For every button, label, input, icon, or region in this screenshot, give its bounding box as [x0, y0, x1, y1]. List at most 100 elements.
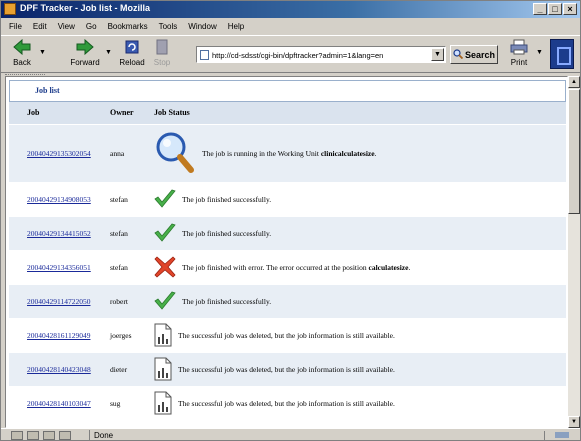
- stop-icon: [152, 38, 172, 56]
- scroll-up-icon[interactable]: ▲: [568, 76, 580, 88]
- job-owner: stefan: [104, 181, 148, 217]
- column-header-owner: Owner: [104, 102, 148, 125]
- checkmark-icon: [154, 291, 176, 311]
- title-bar: DPF Tracker - Job list - Mozilla _ □ ×: [1, 1, 580, 18]
- magnifier-icon: [154, 130, 196, 176]
- forward-label: Forward: [70, 58, 100, 67]
- page-heading-box: Job list: [9, 80, 566, 102]
- print-button[interactable]: Print: [506, 38, 532, 67]
- job-id-link[interactable]: 20040428161129049: [27, 331, 90, 340]
- job-status-text: The successful job was deleted, but the …: [178, 330, 395, 340]
- checkmark-icon: [154, 189, 176, 209]
- stop-label: Stop: [153, 58, 171, 67]
- reload-icon: [122, 38, 142, 56]
- job-id-link[interactable]: 20040429134415052: [27, 229, 91, 238]
- job-row: 20040429134415052 stefan The job finished …: [9, 215, 566, 251]
- reload-label: Reload: [119, 58, 145, 67]
- connection-icon: [544, 431, 574, 440]
- url-dropdown-icon[interactable]: ▼: [431, 48, 444, 61]
- job-owner: dieter: [104, 351, 148, 387]
- page-content: Job list Job Owner Job Status 2004042913…: [5, 76, 568, 428]
- job-status-text: The job finished with error. The error o…: [182, 262, 411, 272]
- search-icon: [453, 48, 464, 61]
- page-heading: Job list: [35, 86, 60, 95]
- job-status-text: The successful job was deleted, but the …: [178, 364, 395, 374]
- checkmark-icon: [154, 223, 176, 243]
- job-id-link[interactable]: 20040429114722050: [27, 297, 90, 306]
- url-input[interactable]: [212, 49, 424, 61]
- back-arrow-icon: [12, 38, 32, 56]
- job-status-text: The job finished successfully.: [182, 228, 272, 238]
- menu-help[interactable]: Help: [228, 22, 244, 31]
- error-x-icon: [154, 256, 176, 278]
- document-icon: [154, 357, 172, 381]
- window-title: DPF Tracker - Job list - Mozilla: [20, 3, 151, 13]
- job-id-link[interactable]: 20040429134356051: [27, 263, 91, 272]
- navigation-toolbar: Back ▼ Forward ▼ Reload Stop ▼: [1, 35, 580, 73]
- job-owner: sug: [104, 385, 148, 421]
- status-bar: Done: [1, 428, 580, 441]
- menu-edit[interactable]: Edit: [33, 22, 47, 31]
- job-table: Job Owner Job Status 20040429135302054 an…: [9, 102, 566, 421]
- vertical-scrollbar[interactable]: ▲ ▼: [568, 76, 580, 428]
- job-owner: robert: [104, 283, 148, 319]
- back-button[interactable]: Back: [9, 38, 35, 67]
- menu-view[interactable]: View: [58, 22, 75, 31]
- close-button[interactable]: ×: [563, 3, 577, 15]
- menu-tools[interactable]: Tools: [159, 22, 178, 31]
- document-icon: [154, 323, 172, 347]
- search-label: Search: [464, 49, 496, 60]
- print-label: Print: [510, 58, 528, 67]
- back-label: Back: [13, 58, 31, 67]
- forward-dropdown-icon[interactable]: ▼: [105, 49, 112, 56]
- job-row: 20040428161129049 joerges The successful j…: [9, 317, 566, 353]
- address-book-icon[interactable]: [59, 430, 71, 440]
- printer-icon: [509, 38, 529, 56]
- job-status-text: The successful job was deleted, but the …: [178, 398, 395, 408]
- column-header-status: Job Status: [148, 102, 566, 125]
- forward-arrow-icon: [75, 38, 95, 56]
- job-row: 20040429134908053 stefan The job finished …: [9, 181, 566, 217]
- document-icon: [154, 391, 172, 415]
- job-id-link[interactable]: 20040428140103047: [27, 399, 91, 408]
- browser-window: DPF Tracker - Job list - Mozilla _ □ × F…: [0, 0, 581, 441]
- mail-icon[interactable]: [27, 430, 39, 440]
- job-row: 20040429135302054 anna The job is running …: [9, 123, 566, 183]
- scroll-down-icon[interactable]: ▼: [568, 416, 580, 428]
- job-id-link[interactable]: 20040429134908053: [27, 195, 91, 204]
- job-row: 20040428140423048 dieter The successful jo…: [9, 351, 566, 387]
- url-bar[interactable]: ▼: [196, 46, 446, 63]
- job-row: 20040429114722050 robert The job finished …: [9, 283, 566, 319]
- reload-button[interactable]: Reload: [119, 38, 145, 67]
- minimize-button[interactable]: _: [533, 3, 547, 15]
- stop-button[interactable]: Stop: [151, 38, 173, 67]
- menu-window[interactable]: Window: [188, 22, 216, 31]
- job-row: 20040429134356051 stefan The job finished …: [9, 249, 566, 285]
- job-status-text: The job finished successfully.: [182, 194, 272, 204]
- job-status-text: The job finished successfully.: [182, 296, 272, 306]
- navigator-icon[interactable]: [11, 430, 23, 440]
- job-owner: stefan: [104, 249, 148, 285]
- search-button[interactable]: Search: [450, 45, 498, 64]
- composer-icon[interactable]: [43, 430, 55, 440]
- status-text: Done: [89, 429, 113, 441]
- print-dropdown-icon[interactable]: ▼: [536, 49, 543, 56]
- forward-button[interactable]: Forward: [67, 38, 103, 67]
- menu-bar: File Edit View Go Bookmarks Tools Window…: [1, 19, 580, 34]
- menu-go[interactable]: Go: [86, 22, 97, 31]
- job-owner: joerges: [104, 317, 148, 353]
- job-id-link[interactable]: 20040429135302054: [27, 149, 91, 158]
- column-header-job: Job: [9, 102, 104, 125]
- menu-file[interactable]: File: [9, 22, 22, 31]
- job-row: 20040428140103047 sug The successful job w…: [9, 385, 566, 421]
- mozilla-throbber-icon: [550, 39, 574, 69]
- menu-bookmarks[interactable]: Bookmarks: [108, 22, 148, 31]
- job-owner: stefan: [104, 215, 148, 251]
- mozilla-app-icon: [4, 3, 16, 15]
- back-dropdown-icon[interactable]: ▼: [39, 49, 46, 56]
- page-icon: [200, 50, 209, 60]
- maximize-button[interactable]: □: [548, 3, 562, 15]
- job-id-link[interactable]: 20040428140423048: [27, 365, 91, 374]
- scrollbar-thumb[interactable]: [568, 89, 580, 214]
- job-status-text: The job is running in the Working Unit c…: [202, 148, 377, 158]
